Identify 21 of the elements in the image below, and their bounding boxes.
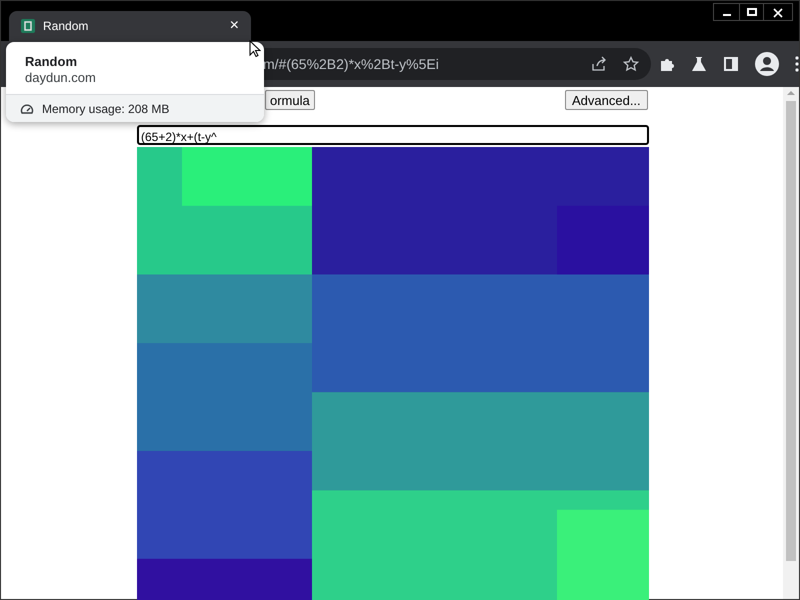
memory-usage-text: Memory usage: 208 MB (42, 100, 170, 118)
tab-title: Random (43, 18, 90, 35)
puzzle-icon[interactable] (659, 56, 675, 72)
star-icon[interactable] (623, 56, 639, 72)
avatar-icon[interactable] (755, 52, 779, 76)
gauge-icon (20, 102, 34, 114)
formula-button[interactable]: ormula (265, 90, 315, 110)
close-tab-button[interactable]: × (230, 14, 239, 38)
app-logo-icon (21, 19, 35, 33)
share-icon[interactable] (591, 56, 607, 72)
formula-input-field[interactable]: (65+2)*x+(t-y^ (137, 125, 649, 145)
page-domain: daydun.com (25, 70, 97, 86)
close-window-icon[interactable] (773, 8, 783, 18)
flask-icon[interactable] (691, 56, 707, 72)
scrollbar[interactable] (783, 87, 799, 599)
browser-tab[interactable]: Random × (9, 11, 251, 41)
menu-icon[interactable] (795, 56, 799, 72)
side-panel-icon[interactable] (723, 56, 739, 72)
url-text: m/#(65%2B2)*x%2Bt-y%5Ei (263, 54, 440, 74)
page-title: Random (25, 54, 78, 70)
advanced-button[interactable]: Advanced... (565, 90, 648, 110)
